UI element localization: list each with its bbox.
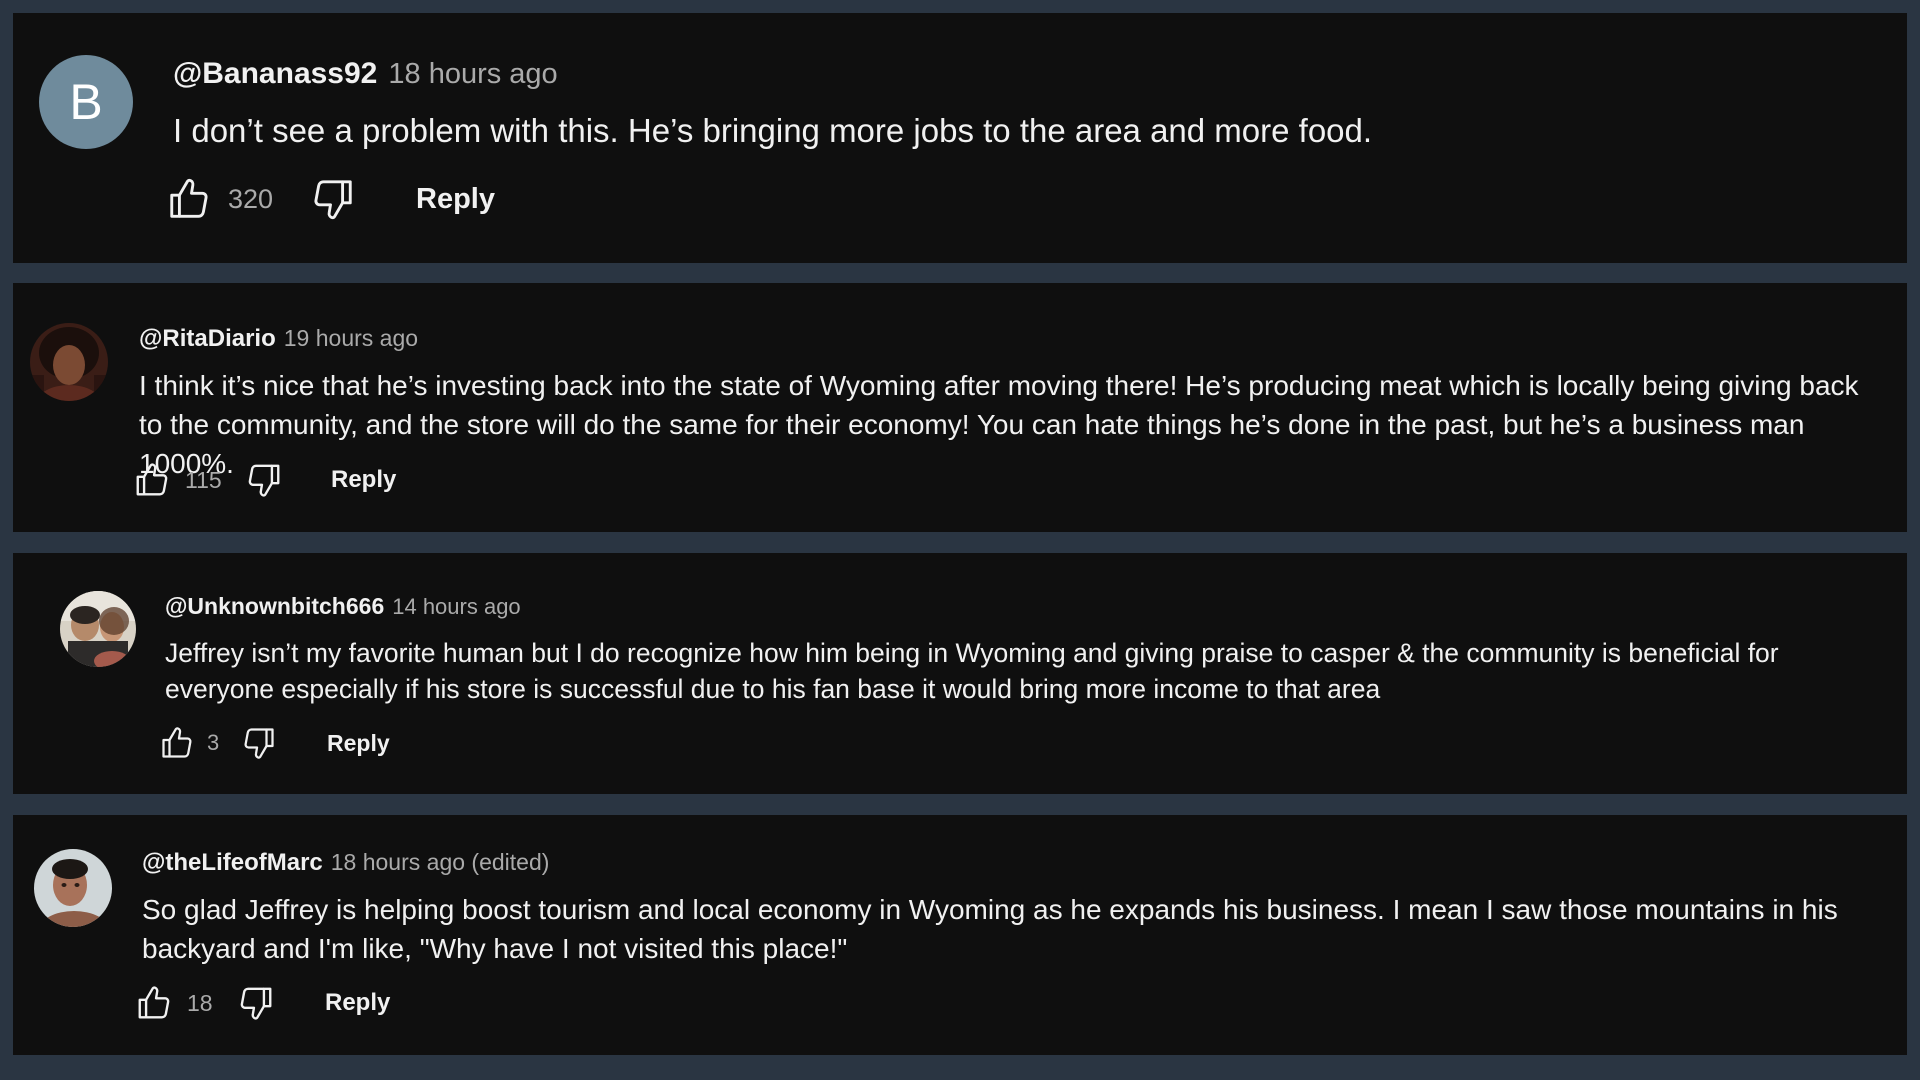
comment-card: B @Bananass92 18 hours ago I don’t see a… (13, 13, 1907, 263)
dislike-button[interactable] (310, 176, 356, 222)
like-count: 18 (187, 989, 213, 1016)
comment-header: @Unknownbitch666 14 hours ago (165, 593, 521, 620)
comment-card: @RitaDiario 19 hours ago I think it’s ni… (13, 283, 1907, 532)
thumbs-up-icon (162, 727, 192, 758)
comment-actions: 3 Reply (159, 725, 390, 761)
comment-header: @Bananass92 18 hours ago (173, 57, 558, 91)
comment-header: @theLifeofMarc 18 hours ago (edited) (142, 849, 549, 877)
dislike-button[interactable] (237, 984, 275, 1022)
profile-photo (60, 591, 136, 667)
profile-photo (30, 323, 108, 401)
thumbs-up-icon (170, 178, 208, 218)
profile-photo (34, 849, 112, 927)
avatar[interactable] (60, 591, 136, 667)
reply-button[interactable]: Reply (416, 183, 495, 216)
author-handle[interactable]: @theLifeofMarc (142, 849, 323, 877)
comment-card: @Unknownbitch666 14 hours ago Jeffrey is… (13, 553, 1907, 794)
like-button[interactable] (135, 984, 173, 1022)
timestamp[interactable]: 18 hours ago (388, 58, 557, 91)
like-count: 115 (185, 466, 222, 493)
avatar[interactable] (30, 323, 108, 401)
comment-text: Jeffrey isn’t my favorite human but I do… (165, 638, 1779, 705)
like-button[interactable] (159, 725, 195, 761)
author-handle[interactable]: @Unknownbitch666 (165, 593, 384, 620)
like-count: 3 (207, 730, 220, 755)
like-count: 320 (228, 183, 274, 214)
thumbs-down-icon (240, 987, 272, 1020)
avatar[interactable]: B (39, 55, 133, 149)
comment-header: @RitaDiario 19 hours ago (139, 325, 418, 353)
like-button[interactable] (133, 461, 171, 499)
comment-actions: 115 Reply (133, 461, 396, 499)
thumbs-up-icon (136, 463, 168, 496)
comment-actions: 18 Reply (135, 984, 390, 1022)
avatar[interactable] (34, 849, 112, 927)
author-handle[interactable]: @RitaDiario (139, 325, 276, 353)
comment-card: @theLifeofMarc 18 hours ago (edited) So … (13, 815, 1907, 1055)
author-handle[interactable]: @Bananass92 (173, 57, 377, 91)
like-button[interactable] (166, 176, 212, 222)
thumbs-up-icon (138, 986, 170, 1019)
timestamp[interactable]: 19 hours ago (284, 325, 418, 352)
timestamp[interactable]: 14 hours ago (392, 594, 520, 620)
timestamp[interactable]: 18 hours ago (edited) (331, 849, 550, 876)
comment-text: I don’t see a problem with this. He’s br… (173, 112, 1373, 149)
comment-text: I think it’s nice that he’s investing ba… (139, 370, 1859, 479)
thumbs-down-icon (244, 728, 274, 759)
comment-text: So glad Jeffrey is helping boost tourism… (142, 894, 1838, 964)
dislike-button[interactable] (241, 725, 277, 761)
comment-actions: 320 Reply (166, 176, 495, 222)
reply-button[interactable]: Reply (325, 989, 390, 1017)
thumbs-down-icon (314, 180, 352, 220)
dislike-button[interactable] (245, 461, 283, 499)
thumbs-down-icon (248, 464, 280, 497)
reply-button[interactable]: Reply (331, 466, 396, 494)
reply-button[interactable]: Reply (327, 730, 390, 757)
